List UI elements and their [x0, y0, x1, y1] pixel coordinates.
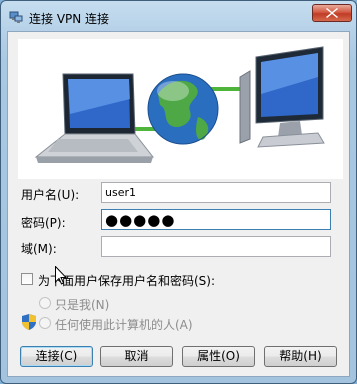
server-icon	[239, 46, 325, 148]
close-button[interactable]	[312, 4, 352, 22]
anyone-label: 任何使用此计算机的人(A)	[55, 318, 193, 332]
domain-field[interactable]	[101, 236, 331, 257]
only-me-radio[interactable]	[39, 297, 51, 309]
password-label: 密码(P):	[21, 216, 66, 230]
properties-button[interactable]: 属性(O)	[182, 346, 255, 367]
cancel-button[interactable]: 取消	[100, 346, 173, 367]
password-field[interactable]: ●●●●●	[101, 209, 331, 230]
title-bar[interactable]: 连接 VPN 连接	[1, 1, 356, 31]
password-mask: ●●●●●	[105, 211, 176, 229]
globe-icon	[147, 73, 219, 145]
vpn-connect-dialog: 连接 VPN 连接 用户名(U): user1 密码(P): ●●●●● 域(M…	[0, 0, 357, 384]
anyone-radio[interactable]	[39, 317, 51, 329]
connect-button[interactable]: 连接(C)	[20, 346, 93, 367]
help-button[interactable]: 帮助(H)	[264, 346, 337, 367]
mouse-cursor-icon	[55, 266, 67, 285]
domain-label: 域(M):	[21, 242, 57, 256]
window-title: 连接 VPN 连接	[29, 12, 110, 26]
username-label: 用户名(U):	[21, 188, 80, 202]
only-me-label: 只是我(N)	[55, 298, 110, 312]
laptop-icon	[34, 73, 155, 163]
uac-shield-icon	[22, 314, 36, 330]
save-credentials-checkbox[interactable]	[21, 273, 33, 285]
connection-banner	[18, 39, 343, 179]
username-field[interactable]: user1	[101, 182, 331, 203]
username-value: user1	[105, 186, 136, 199]
dialog-body: 用户名(U): user1 密码(P): ●●●●● 域(M): 为下面用户保存…	[7, 31, 350, 377]
close-icon	[326, 8, 338, 18]
vpn-network-icon	[9, 11, 23, 23]
